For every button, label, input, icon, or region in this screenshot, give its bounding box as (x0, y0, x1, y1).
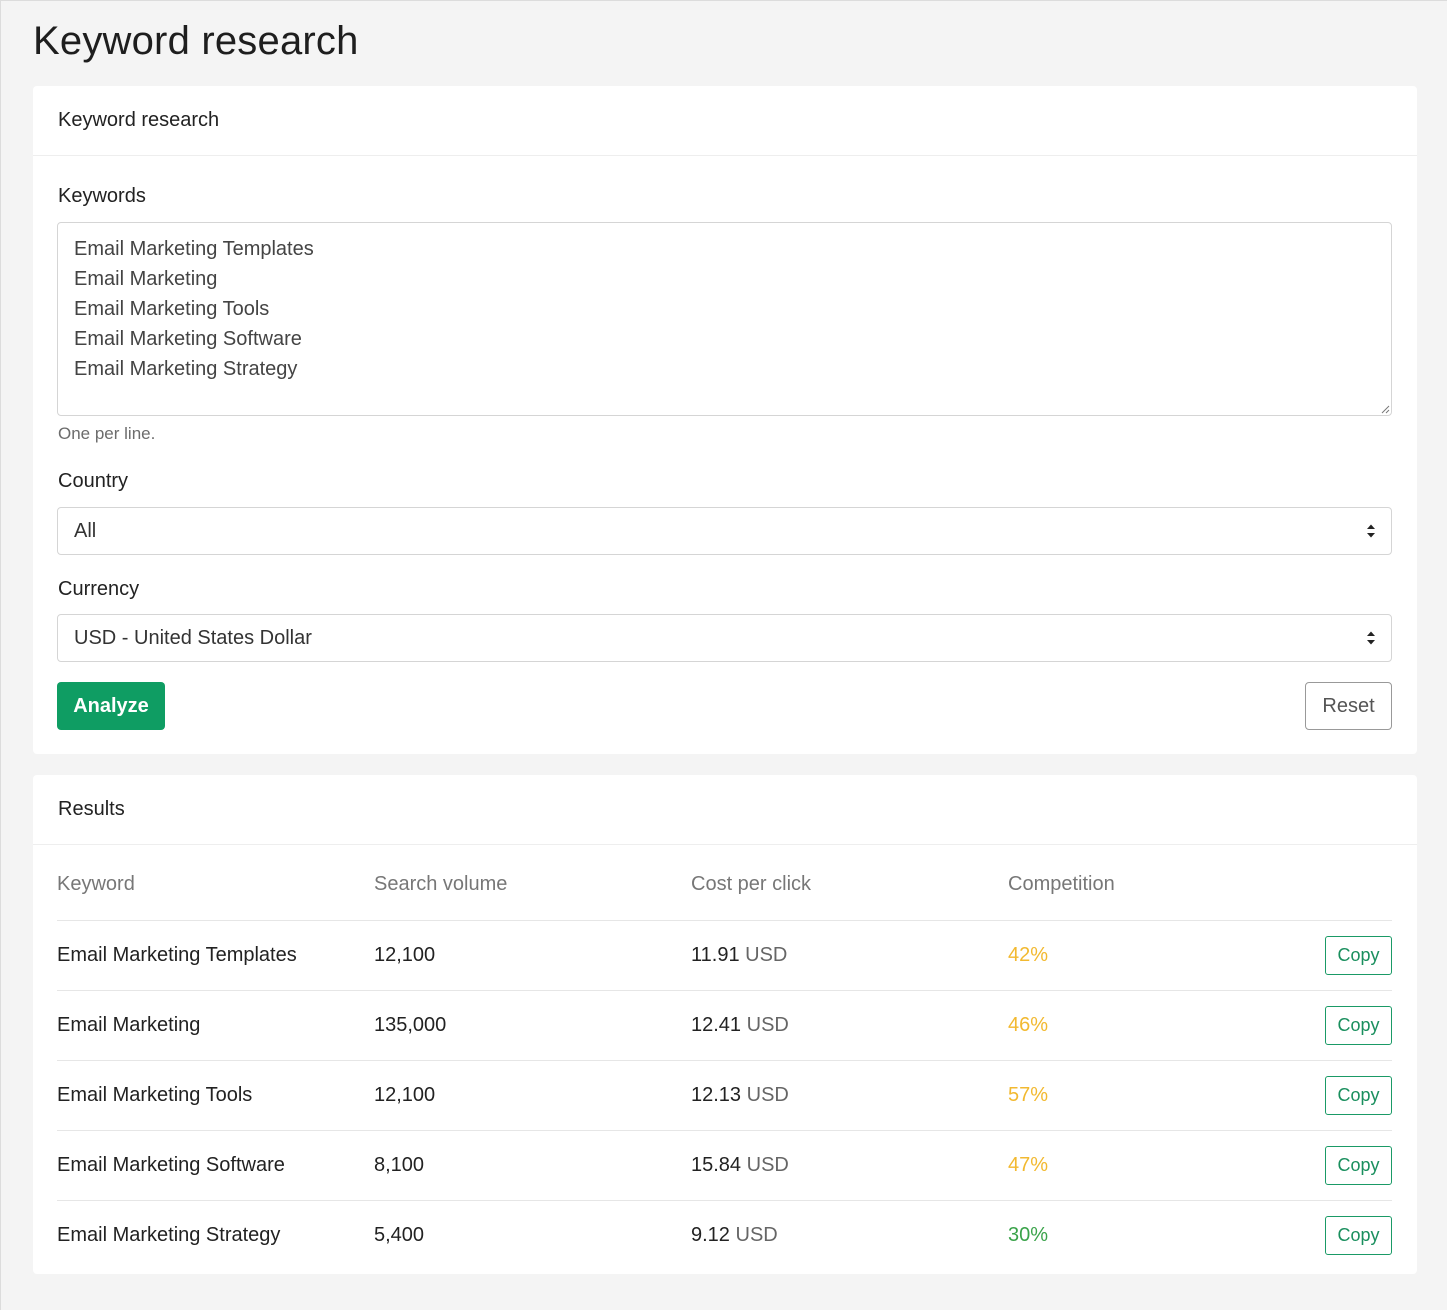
column-header-keyword: Keyword (57, 850, 374, 921)
cpc-currency: USD (745, 943, 788, 966)
results-table: Keyword Search volume Cost per click Com… (57, 850, 1392, 1270)
cpc-value: 15.84 (691, 1153, 742, 1176)
competition-cell: 46% (1008, 990, 1325, 1061)
competition-value: 42% (1008, 943, 1049, 966)
cpc-cell: 15.84 USD (691, 1130, 1008, 1201)
currency-select[interactable]: USD - United States Dollar (57, 614, 1392, 662)
competition-cell: 30% (1008, 1200, 1325, 1270)
country-select[interactable]: All (57, 507, 1392, 555)
cpc-value: 12.13 (691, 1083, 742, 1106)
column-header-cost-per-click: Cost per click (691, 850, 1008, 921)
competition-value: 46% (1008, 1013, 1049, 1036)
search-volume-cell: 12,100 (374, 920, 691, 991)
keywords-textarea[interactable]: Email Marketing Templates Email Marketin… (57, 222, 1392, 416)
cpc-currency: USD (735, 1223, 778, 1246)
cpc-cell: 12.13 USD (691, 1060, 1008, 1131)
competition-cell: 47% (1008, 1130, 1325, 1201)
copy-button[interactable]: Copy (1325, 1075, 1392, 1115)
resize-grip-icon[interactable] (1380, 404, 1390, 414)
actions-cell: Copy (1325, 1200, 1392, 1270)
results-header: Results (33, 775, 1417, 845)
cpc-currency: USD (746, 1083, 789, 1106)
cpc-cell: 12.41 USD (691, 990, 1008, 1061)
column-header-actions (1325, 850, 1392, 921)
search-volume-cell: 8,100 (374, 1130, 691, 1201)
table-row: Email Marketing 135,000 12.41 USD 46% Co… (57, 990, 1392, 1061)
cpc-currency: USD (746, 1013, 789, 1036)
page: Keyword research Keyword research Keywor… (0, 0, 1447, 1310)
currency-label: Currency (58, 578, 140, 600)
keyword-research-card: Keyword research Keywords Email Marketin… (33, 86, 1417, 754)
cpc-value: 11.91 (691, 943, 740, 966)
keyword-cell: Email Marketing (57, 990, 374, 1061)
keyword-cell: Email Marketing Strategy (57, 1223, 281, 1246)
search-volume-cell: 5,400 (374, 1223, 425, 1246)
competition-value: 57% (1008, 1083, 1049, 1106)
cpc-value: 9.12 (691, 1223, 730, 1246)
sort-caret-icon (1367, 631, 1375, 645)
actions-cell: Copy (1325, 920, 1392, 991)
keyword-cell: Email Marketing Templates (57, 920, 374, 991)
keywords-help-text: One per line. (58, 424, 156, 443)
country-select-value: All (74, 519, 97, 542)
search-volume-cell: 135,000 (374, 990, 691, 1061)
card-header: Keyword research (33, 86, 1417, 156)
table-row: Email Marketing Templates 12,100 11.91 U… (57, 920, 1392, 991)
page-title: Keyword research (33, 19, 359, 63)
actions-cell: Copy (1325, 1060, 1392, 1131)
column-header-competition: Competition (1008, 850, 1325, 921)
reset-button[interactable]: Reset (1305, 682, 1392, 730)
cpc-currency: USD (746, 1153, 789, 1176)
competition-cell: 42% (1008, 920, 1325, 991)
copy-button[interactable]: Copy (1325, 935, 1392, 975)
competition-cell: 57% (1008, 1060, 1325, 1131)
actions-cell: Copy (1325, 1130, 1392, 1201)
copy-button[interactable]: Copy (1325, 1145, 1392, 1185)
currency-select-value: USD - United States Dollar (74, 626, 312, 649)
copy-button[interactable]: Copy (1325, 1005, 1392, 1045)
sort-caret-icon (1367, 524, 1375, 538)
table-header-row: Keyword Search volume Cost per click Com… (57, 850, 1392, 921)
keywords-label: Keywords (58, 185, 146, 207)
search-volume-cell: 12,100 (374, 1060, 691, 1131)
table-row: Email Marketing Strategy 5,400 9.12 USD … (57, 1200, 1392, 1270)
table-row: Email Marketing Software 8,100 15.84 USD… (57, 1130, 1392, 1201)
keyword-cell: Email Marketing Software (57, 1130, 374, 1201)
copy-button[interactable]: Copy (1325, 1215, 1392, 1255)
country-label: Country (58, 470, 129, 492)
cpc-cell: 11.91 USD (691, 920, 1008, 991)
analyze-button[interactable]: Analyze (57, 682, 165, 730)
cpc-cell: 9.12 USD (691, 1200, 1008, 1270)
competition-value: 30% (1008, 1223, 1049, 1246)
column-header-search-volume: Search volume (374, 850, 691, 921)
results-card: Results Keyword Search volume Cost per c… (33, 775, 1417, 1274)
cpc-value: 12.41 (691, 1013, 742, 1036)
table-row: Email Marketing Tools 12,100 12.13 USD 5… (57, 1060, 1392, 1131)
actions-cell: Copy (1325, 990, 1392, 1061)
keyword-cell: Email Marketing Tools (57, 1060, 374, 1131)
competition-value: 47% (1008, 1153, 1049, 1176)
